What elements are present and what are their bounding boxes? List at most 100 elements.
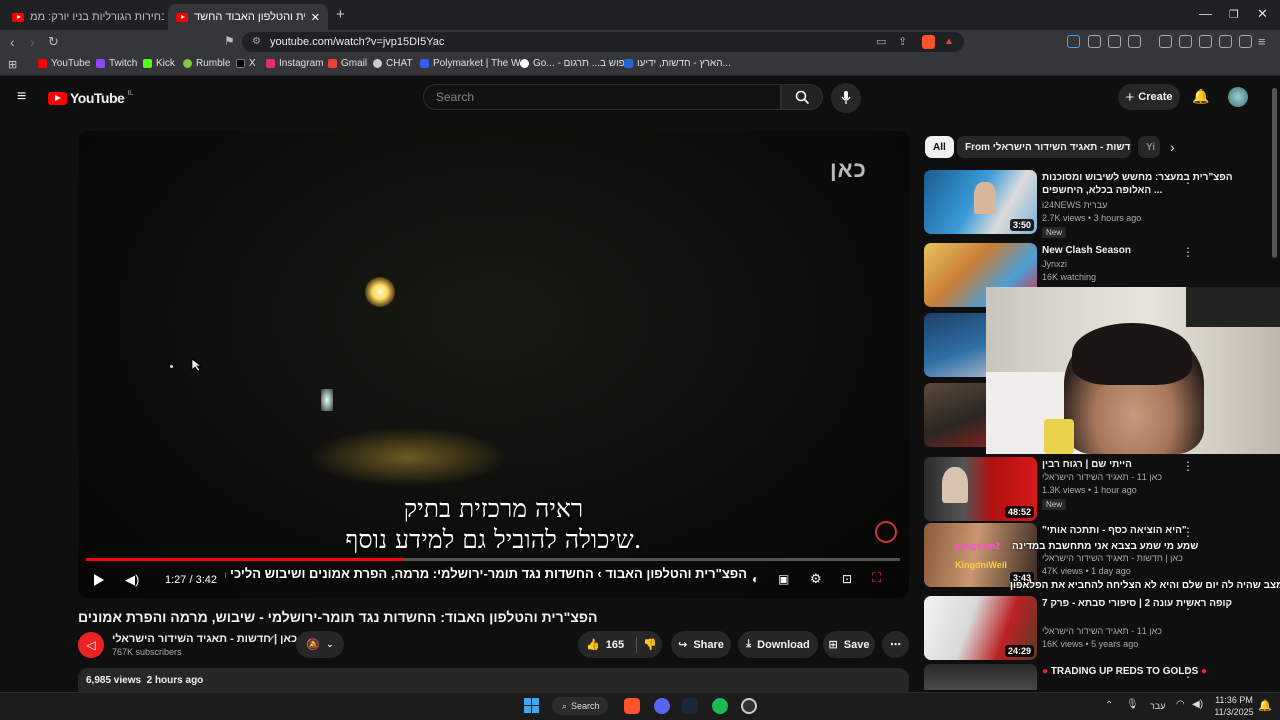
new-tab-button[interactable]: + bbox=[336, 6, 345, 23]
microphone-tray-icon[interactable]: 🎙 bbox=[1126, 699, 1139, 710]
speaker-icon[interactable]: ◀) bbox=[1192, 699, 1203, 710]
wallet-icon[interactable] bbox=[1199, 35, 1212, 48]
window-close-icon[interactable]: ✕ bbox=[1257, 6, 1268, 22]
channel-avatar[interactable]: ◁ bbox=[78, 632, 104, 658]
address-bar[interactable]: ⚙ youtube.com/watch?v=jvp15DI5Yac ▭ ⇪ ▲ bbox=[242, 32, 964, 52]
brave-shields-icon[interactable] bbox=[922, 35, 935, 49]
bookmark-chat[interactable]: CHAT bbox=[373, 58, 412, 69]
chip-from-channel[interactable]: From כאן | חדשות - תאגיד השידור הישראלי bbox=[957, 136, 1131, 158]
video-thumbnail[interactable]: 3:50 bbox=[924, 170, 1037, 234]
recommendation-item[interactable]: 48:52 הייתי שם | רגוח רבין כאן 11 - תאגי… bbox=[924, 457, 1269, 522]
taskbar-search[interactable]: ⌕ Search bbox=[552, 697, 608, 715]
close-tab-icon[interactable]: ✕ bbox=[311, 11, 320, 24]
browser-tab-active[interactable]: הפצ"רית והטלפון האבוד החשד... ✕ bbox=[168, 4, 328, 30]
miniplayer-icon[interactable]: ⊡ bbox=[842, 572, 852, 586]
chip-more[interactable]: Yi bbox=[1138, 136, 1160, 158]
extension-icon[interactable] bbox=[1088, 35, 1101, 48]
voice-search-button[interactable] bbox=[831, 83, 861, 113]
leo-ai-icon[interactable] bbox=[1219, 35, 1232, 48]
video-thumbnail[interactable]: 3:43 bbox=[924, 523, 1037, 587]
search-button[interactable] bbox=[781, 84, 823, 110]
maximize-icon[interactable]: ❐ bbox=[1229, 8, 1239, 21]
bookmark-kick[interactable]: Kick bbox=[143, 58, 175, 69]
thumbs-down-icon[interactable]: 👎 bbox=[643, 638, 657, 651]
minimize-icon[interactable]: — bbox=[1199, 6, 1212, 21]
video-progress-bar[interactable] bbox=[86, 558, 900, 561]
more-vert-icon[interactable]: ⋮ bbox=[1182, 245, 1194, 259]
vpn-icon[interactable] bbox=[1239, 35, 1252, 48]
youtube-logo[interactable]: YouTube IL bbox=[48, 90, 133, 106]
recommendation-item[interactable]: ● TRADING UP REDS TO GOLDS ● ⋮ bbox=[924, 664, 1269, 690]
download-button[interactable]: ⤓ Download bbox=[738, 631, 818, 658]
extension-icon[interactable] bbox=[1108, 35, 1121, 48]
chapter-title[interactable]: הפצ"רית והטלפון האבוד › החשדות נגד תומר-… bbox=[225, 566, 747, 581]
clock-time[interactable]: 11:36 PM bbox=[1214, 695, 1254, 705]
share-button[interactable]: ↪ Share bbox=[671, 631, 731, 658]
recommendation-item[interactable]: 24:29 קופה ראשית עונה 2 | סיפורי סבתא - … bbox=[924, 596, 1269, 661]
hamburger-menu-icon[interactable]: ≡ bbox=[17, 88, 26, 106]
channel-end-badge[interactable] bbox=[875, 521, 897, 543]
avatar[interactable] bbox=[1228, 87, 1248, 107]
tray-chevron-icon[interactable]: ⌃ bbox=[1105, 700, 1113, 711]
fullscreen-icon[interactable]: ⛶ bbox=[872, 570, 881, 586]
more-actions-button[interactable]: ⋯ bbox=[882, 631, 909, 658]
chip-all[interactable]: All bbox=[925, 136, 954, 158]
discord-icon[interactable] bbox=[654, 698, 670, 714]
chip-next-chevron-icon[interactable]: › bbox=[1170, 139, 1175, 155]
browser-tab[interactable]: יומיים לבחירות הגורליות בניו יורק: ממ... bbox=[4, 4, 164, 30]
video-thumbnail[interactable]: 24:29 bbox=[924, 596, 1037, 660]
more-vert-icon[interactable]: ⋮ bbox=[1182, 598, 1194, 612]
bookmark-x[interactable]: X bbox=[236, 58, 256, 69]
bookmark-instagram[interactable]: Instagram bbox=[266, 58, 323, 69]
bookmark-twitch[interactable]: Twitch bbox=[96, 58, 137, 69]
recommendation-item[interactable]: 3:50 הפצ"רית במעצר: מחשש לשיבוש ומסוכנות… bbox=[924, 170, 1269, 238]
subscribed-button[interactable]: 🔕 ⌄ bbox=[296, 631, 344, 658]
extension-icon[interactable] bbox=[1067, 35, 1080, 48]
site-info-icon[interactable]: ⚙ bbox=[252, 32, 261, 52]
reload-icon[interactable]: ↻ bbox=[48, 34, 59, 50]
page-scrollbar[interactable] bbox=[1272, 88, 1277, 258]
more-vert-icon[interactable]: ⋮ bbox=[1182, 459, 1194, 473]
bookmark-rumble[interactable]: Rumble bbox=[183, 58, 230, 69]
obs-icon[interactable] bbox=[741, 698, 757, 714]
sidebar-icon[interactable] bbox=[1179, 35, 1192, 48]
subtitles-icon[interactable]: ▣ bbox=[778, 572, 789, 586]
spotify-icon[interactable] bbox=[712, 698, 728, 714]
more-vert-icon[interactable]: ⋮ bbox=[1182, 172, 1194, 186]
play-icon[interactable] bbox=[93, 573, 105, 587]
search-input[interactable]: Search bbox=[423, 84, 781, 110]
clock-date[interactable]: 11/3/2025 bbox=[1214, 707, 1254, 717]
video-thumbnail[interactable]: 48:52 bbox=[924, 457, 1037, 521]
input-language[interactable]: עבר bbox=[1150, 701, 1165, 711]
bookmark-polymarket[interactable]: Polymarket | The W... bbox=[420, 58, 528, 69]
more-vert-icon[interactable]: ⋮ bbox=[1182, 666, 1194, 680]
bookmark-haaretz[interactable]: הארץ - חדשות, ידיעו... bbox=[624, 58, 731, 69]
save-button[interactable]: ⊞ Save bbox=[823, 631, 875, 658]
brave-rewards-icon[interactable]: ▲ bbox=[944, 32, 954, 52]
settings-gear-icon[interactable]: ⚙ bbox=[810, 571, 822, 587]
music-icon[interactable] bbox=[1159, 35, 1172, 48]
share-page-icon[interactable]: ⇪ bbox=[898, 32, 907, 52]
bookmark-gmail[interactable]: Gmail bbox=[328, 58, 367, 69]
notifications-icon[interactable]: 🔔 bbox=[1258, 699, 1272, 712]
forward-icon[interactable]: › bbox=[30, 34, 35, 50]
windows-start-icon[interactable] bbox=[524, 698, 539, 713]
bookmark-translate[interactable]: Go... - חיפוש ב... תרגום bbox=[520, 58, 634, 69]
notifications-bell-icon[interactable]: 🔔 bbox=[1192, 88, 1209, 105]
recommendation-item[interactable]: 3:43 "היא הוציאה כסף - ותתכה אותי" כאן |… bbox=[924, 523, 1269, 588]
create-button[interactable]: + Create bbox=[1118, 84, 1180, 110]
bookmark-icon[interactable]: ⚑ bbox=[224, 34, 235, 48]
brave-browser-icon[interactable] bbox=[624, 698, 640, 714]
more-vert-icon[interactable]: ⋮ bbox=[1182, 525, 1194, 539]
bookmark-youtube[interactable]: YouTube bbox=[38, 58, 90, 69]
extension-icon[interactable] bbox=[1128, 35, 1141, 48]
video-player[interactable]: כאן ראיה מרכזית בתיק שיכולה להוביל גם למ… bbox=[78, 131, 909, 598]
menu-icon[interactable]: ≡ bbox=[1258, 34, 1266, 49]
steam-icon[interactable] bbox=[682, 698, 698, 714]
video-thumbnail[interactable] bbox=[924, 664, 1037, 690]
like-button[interactable]: 👍 165 bbox=[586, 638, 624, 652]
wifi-icon[interactable]: ◠ bbox=[1176, 699, 1185, 710]
autoplay-toggle-icon[interactable]: ◐ bbox=[752, 572, 759, 586]
apps-grid-icon[interactable]: ⊞ bbox=[8, 58, 17, 71]
back-icon[interactable]: ‹ bbox=[10, 34, 15, 50]
